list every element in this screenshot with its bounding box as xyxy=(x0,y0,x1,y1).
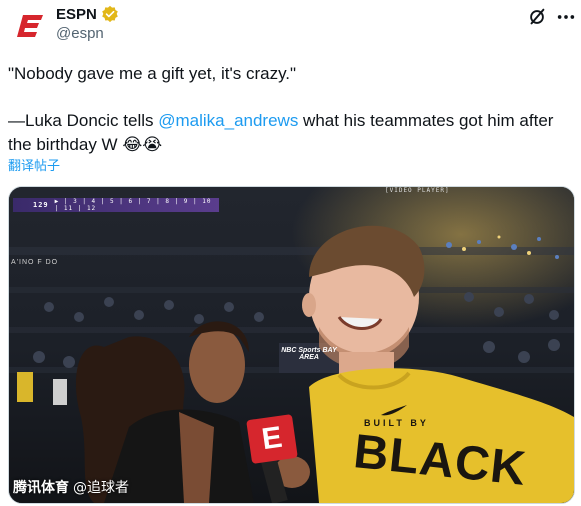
watermark-user: @追球者 xyxy=(73,480,129,496)
author-handle[interactable]: @espn xyxy=(56,25,104,42)
translate-post-link[interactable]: 翻译帖子 xyxy=(8,155,60,174)
video-watermark: 腾讯体育 @追球者 xyxy=(13,477,129,497)
more-icon xyxy=(557,15,575,19)
author-display-name[interactable]: ESPN xyxy=(56,6,97,23)
mention-link[interactable]: @malika_andrews xyxy=(158,111,298,130)
game-scoreboard: 129 ▶ | 3 | 4 | 5 | 6 | 7 | 8 | 9 | 10 |… xyxy=(13,198,219,212)
video-player-label: [VIDEO PLAYER] xyxy=(385,187,450,194)
tweet-body-line: —Luka Doncic tells @malika_andrews what … xyxy=(8,109,573,157)
tweet-text-prefix: —Luka Doncic tells xyxy=(8,111,159,130)
tweet-quote-line: "Nobody gave me a gift yet, it's crazy." xyxy=(8,64,297,83)
author-name-row: ESPN xyxy=(56,5,119,23)
arena-side-sign: A'INO F DO xyxy=(11,259,59,266)
author-avatar[interactable] xyxy=(10,6,50,46)
nbc-sports-sign: NBC Sports BAY AREA xyxy=(281,347,337,361)
scoreboard-columns: ▶ | 3 | 4 | 5 | 6 | 7 | 8 | 9 | 10 | 11 … xyxy=(54,198,212,212)
grok-icon xyxy=(530,8,545,25)
jersey-print: BUILT BY BLACK xyxy=(351,418,529,496)
score-number: 129 xyxy=(33,201,49,209)
verified-badge-icon xyxy=(101,5,119,23)
more-options-button[interactable] xyxy=(555,6,577,28)
espn-mic-flag: E xyxy=(246,414,298,464)
grok-button[interactable] xyxy=(526,6,548,28)
tears-of-joy-emoji-icon: 😂 xyxy=(122,135,143,155)
tweet-text: "Nobody gave me a gift yet, it's crazy."… xyxy=(8,62,573,157)
video-media[interactable]: 129 ▶ | 3 | 4 | 5 | 6 | 7 | 8 | 9 | 10 |… xyxy=(8,186,575,504)
jersey-small-text: BUILT BY xyxy=(364,418,429,428)
crying-emoji-icon: 😭 xyxy=(142,135,163,155)
watermark-brand: 腾讯体育 xyxy=(13,480,69,496)
tweet-card: ESPN @espn "Nobody gave me a gift yet, i… xyxy=(0,0,581,506)
espn-logo-icon xyxy=(17,15,43,37)
